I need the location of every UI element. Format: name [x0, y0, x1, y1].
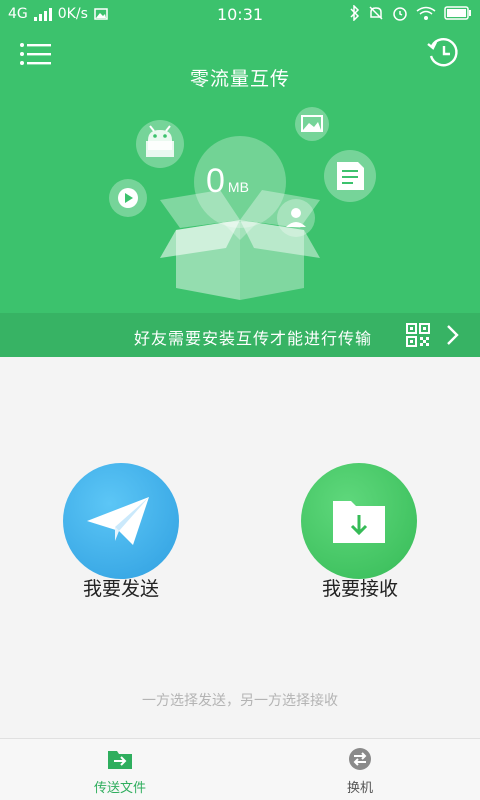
qr-code-icon [406, 323, 430, 347]
bottom-tab-bar: 传送文件 换机 [0, 738, 480, 800]
page-title: 零流量互传 [189, 68, 290, 90]
send-button[interactable] [63, 463, 179, 579]
tab-send-files[interactable]: 传送文件 [0, 739, 240, 800]
folder-transfer-icon [108, 751, 132, 769]
size-unit: MB [227, 179, 249, 195]
tab-switch-phone[interactable]: 换机 [240, 739, 480, 800]
transfer-illustration [109, 107, 376, 300]
size-value: 0 [206, 162, 225, 200]
transferred-size: 0 MB [206, 162, 249, 201]
mute-icon [369, 6, 383, 20]
wifi-icon [416, 6, 436, 20]
receive-label: 我要接收 [321, 578, 398, 600]
folder-download-icon [333, 501, 385, 543]
tab-send-files-label: 传送文件 [93, 781, 146, 796]
bluetooth-icon [350, 5, 360, 21]
header: 4G 0K/s 10:31 零流量互传 0 MB 好友需要安装互传才能进行传输 [0, 0, 480, 357]
contact-icon [277, 199, 315, 237]
install-notice-bar[interactable]: 好友需要安装互传才能进行传输 [0, 313, 480, 357]
document-icon [324, 150, 376, 202]
notice-text: 好友需要安装互传才能进行传输 [133, 329, 372, 348]
notice-arrow-button[interactable] [444, 323, 462, 347]
send-label: 我要发送 [82, 578, 159, 600]
alarm-icon [393, 7, 407, 21]
chevron-right-icon [447, 325, 459, 345]
battery-icon [444, 6, 471, 20]
menu-icon [20, 43, 51, 65]
qr-code-button[interactable] [406, 323, 430, 347]
paper-plane-icon [87, 497, 149, 545]
video-icon [109, 179, 147, 217]
image-icon [295, 107, 329, 141]
android-icon [136, 120, 184, 168]
hint-text: 一方选择发送，另一方选择接收 [142, 693, 338, 709]
tab-switch-phone-label: 换机 [346, 781, 373, 796]
status-bar: 4G 0K/s 10:31 [0, 0, 480, 30]
receive-button[interactable] [301, 463, 417, 579]
swap-icon [349, 748, 371, 770]
menu-button[interactable] [20, 42, 52, 66]
